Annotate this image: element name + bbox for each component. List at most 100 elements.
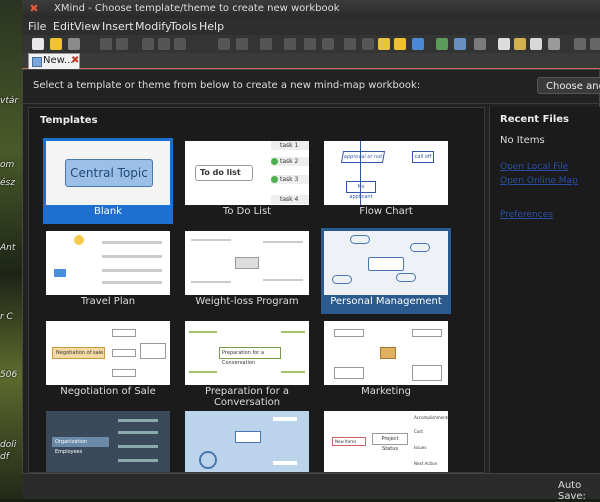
template-label: To Do List [222, 206, 272, 217]
branch-node: Issues [414, 445, 427, 450]
plane-icon [54, 269, 66, 277]
template-thumbnail: Organization Employees [46, 411, 170, 472]
redo-icon[interactable] [116, 38, 128, 50]
flow-node: No applicant [346, 181, 376, 200]
template-negotiation-of-sale[interactable]: Negotiation of sale Negotiation of Sale [43, 318, 173, 404]
copy-icon[interactable] [158, 38, 170, 50]
template-project-status[interactable]: Project Status New Items Accomplishments… [321, 408, 451, 472]
properties-icon[interactable] [514, 38, 526, 50]
central-node [380, 347, 396, 359]
new-file-icon[interactable] [32, 38, 44, 50]
template-to-do-list[interactable]: To do list task 1 task 2 task 3 task 4 T… [182, 138, 312, 224]
fit-icon[interactable] [590, 38, 600, 50]
template-thumbnail: Central Topic [46, 141, 170, 205]
menu-help[interactable]: Help [199, 20, 224, 33]
idea-icon[interactable] [378, 38, 390, 50]
menu-bar: File Edit View Insert Modify Tools Help [22, 18, 600, 35]
relationship-icon[interactable] [260, 38, 272, 50]
notes-icon[interactable] [394, 38, 406, 50]
label-icon[interactable] [362, 38, 374, 50]
table-line [102, 269, 162, 272]
template-weight-loss-program[interactable]: Weight-loss Program [182, 228, 312, 314]
central-node: Organization Employees [52, 437, 109, 455]
workbook-icon [32, 57, 42, 67]
template-thumbnail: approval or not call off No applicant [324, 141, 448, 205]
title-bar: ✖ XMind - Choose template/theme to creat… [22, 0, 600, 18]
layout-icon[interactable] [436, 38, 448, 50]
share-icon[interactable] [548, 38, 560, 50]
branch-node [410, 243, 430, 252]
window-title: XMind - Choose template/theme to create … [54, 3, 340, 14]
template-project-plan[interactable] [182, 408, 312, 472]
sun-icon [74, 235, 84, 245]
open-folder-icon[interactable] [50, 38, 62, 50]
summary-icon[interactable] [304, 38, 316, 50]
template-thumbnail [46, 231, 170, 295]
instruction-text: Select a template or theme from below to… [33, 80, 421, 91]
tab-new[interactable]: New... ✖ [28, 53, 80, 69]
save-icon[interactable] [68, 38, 80, 50]
template-thumbnail: Preparation for a Conversation [185, 321, 309, 385]
template-thumbnail: Project Status New Items Accomplishments… [324, 411, 448, 472]
open-online-map-link[interactable]: Open Online Map [500, 176, 578, 186]
branch-node [112, 329, 136, 337]
branch-node [332, 275, 352, 284]
template-thumbnail [185, 231, 309, 295]
desktop-label: r C [0, 312, 13, 322]
template-flow-chart[interactable]: approval or not call off No applicant Fl… [321, 138, 451, 224]
menu-file[interactable]: File [28, 20, 46, 33]
template-travel-plan[interactable]: Travel Plan [43, 228, 173, 314]
recent-files-heading: Recent Files [500, 114, 569, 125]
open-local-file-link[interactable]: Open Local File [500, 162, 568, 172]
toolbar [22, 35, 600, 54]
menu-edit[interactable]: Edit [53, 20, 74, 33]
attachment-icon[interactable] [412, 38, 424, 50]
undo-icon[interactable] [100, 38, 112, 50]
central-node [235, 431, 261, 443]
template-marketing[interactable]: Marketing [321, 318, 451, 404]
branch-line [118, 431, 158, 434]
branch-line [273, 417, 297, 421]
template-blank[interactable]: Central Topic Blank [43, 138, 173, 224]
tab-close-icon[interactable]: ✖ [71, 54, 79, 68]
template-label: Negotiation of Sale [60, 386, 156, 397]
template-thumbnail: To do list task 1 task 2 task 3 task 4 [185, 141, 309, 205]
menu-tools[interactable]: Tools [170, 20, 197, 33]
central-topic-node: Central Topic [65, 159, 153, 187]
menu-view[interactable]: View [74, 20, 100, 33]
branch-node: Cost [414, 429, 423, 434]
branch-node [112, 369, 136, 377]
template-personal-management[interactable]: Personal Management [321, 228, 451, 314]
menu-insert[interactable]: Insert [102, 20, 134, 33]
branch-node [350, 235, 370, 244]
zoom-icon[interactable] [574, 38, 586, 50]
topic-icon[interactable] [218, 38, 230, 50]
desktop-label: 506 [0, 370, 18, 380]
callout-icon[interactable] [322, 38, 334, 50]
menu-modify[interactable]: Modify [135, 20, 171, 33]
template-organization[interactable]: Organization Employees [43, 408, 173, 472]
theme-icon[interactable] [474, 38, 486, 50]
choose-and-create-button[interactable]: Choose and C [537, 77, 600, 94]
todo-node: To do list [195, 165, 253, 181]
subtopic-icon[interactable] [236, 38, 248, 50]
app-logo-icon[interactable]: ✖ [28, 3, 40, 15]
cut-icon[interactable] [142, 38, 154, 50]
presentation-icon[interactable] [498, 38, 510, 50]
desktop-label: vtár [0, 96, 19, 106]
branch-line [281, 331, 305, 333]
smiley-icon[interactable] [530, 38, 542, 50]
boundary-icon[interactable] [284, 38, 296, 50]
template-label: Preparation for a Conversation [204, 386, 289, 408]
marker-icon[interactable] [344, 38, 356, 50]
branch-node [334, 367, 364, 379]
paste-icon[interactable] [174, 38, 186, 50]
templates-panel: Templates Central Topic Blank To do list… [28, 107, 485, 473]
recent-files-panel: Recent Files No Items Open Local File Op… [489, 107, 600, 473]
preferences-link[interactable]: Preferences [500, 210, 553, 220]
recent-files-empty: No Items [500, 135, 545, 146]
tab-label: New... [43, 55, 74, 66]
style-icon[interactable] [454, 38, 466, 50]
template-preparation-for-a-conversation[interactable]: Preparation for a Conversation Preparati… [182, 318, 312, 408]
templates-heading: Templates [40, 115, 98, 126]
